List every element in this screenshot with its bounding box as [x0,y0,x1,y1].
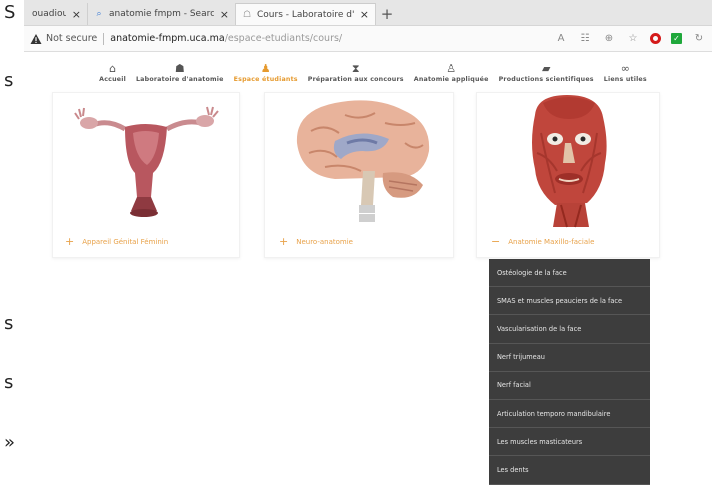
hourglass-icon: ⧗ [351,61,360,75]
card-title[interactable]: − Anatomie Maxillo-faciale [491,235,594,248]
nav-label: Anatomie appliquée [413,75,489,83]
nav-item-preparation[interactable]: ⧗ Préparation aux concours [303,62,409,83]
card-title[interactable]: + Neuro-anatomie [279,235,353,248]
immersive-reader-icon[interactable]: ☷ [578,33,592,44]
address-bar[interactable]: Not secure anatomie-fmpm.uca.ma /espace-… [24,26,712,52]
nav-label: Accueil [99,75,126,83]
opera-extension-icon[interactable] [650,33,661,44]
nav-label: Espace étudiants [233,75,298,83]
search-icon: ⌕ [96,9,102,19]
strip-char: s [4,372,14,393]
tab-search[interactable]: ⌕ anatomie fmpm - Search × [88,3,236,25]
nav-label: Productions scientifiques [498,75,594,83]
nav-item-accueil[interactable]: ⌂ Accueil [94,62,131,83]
strip-char: S [4,2,16,23]
course-submenu: Ostéologie de la face SMAS et muscles pe… [489,259,650,485]
course-card-neuro-anatomie[interactable]: + Neuro-anatomie [264,92,454,258]
browser-window: ouadiouby@ç × ⌕ anatomie fmpm - Search ×… [24,0,712,485]
new-tab-button[interactable]: + [376,3,398,25]
close-icon[interactable]: × [360,8,369,21]
card-title-label: Neuro-anatomie [296,237,353,246]
users-icon: ☗ [174,61,185,75]
close-icon[interactable]: × [72,8,81,21]
nav-item-productions[interactable]: ▰ Productions scientifiques [494,62,599,83]
face-muscles-illustration [477,93,659,228]
zoom-icon[interactable]: ⊕ [602,33,616,44]
expand-icon[interactable]: + [279,235,288,248]
warning-icon[interactable] [30,33,42,45]
address-separator [103,32,105,45]
student-icon: ♟ [260,61,271,75]
check-extension-icon[interactable]: ✓ [671,33,682,44]
strip-char: s [4,70,14,91]
address-actions: A ☷ ⊕ ☆ ✓ ↻ [554,33,706,44]
submenu-item[interactable]: Articulation temporo mandibulaire [489,400,650,429]
url-host: anatomie-fmpm.uca.ma [110,33,225,44]
favorite-icon[interactable]: ☆ [626,33,640,44]
card-title-label: Anatomie Maxillo-faciale [508,237,595,246]
nav-label: Liens utiles [603,75,647,83]
strip-char: » [4,432,16,453]
home-icon: ⌂ [109,61,117,75]
nav-item-anatomie-appliquee[interactable]: ♙ Anatomie appliquée [409,62,494,83]
tab-mail[interactable]: ouadiouby@ç × [26,3,88,25]
submenu-item[interactable]: Nerf facial [489,372,650,400]
tab-label: ouadiouby@ç [32,9,66,19]
strip-char: s [4,313,14,334]
doctor-icon: ♙ [446,61,457,75]
nav-label: Préparation aux concours [307,75,404,83]
nav-item-laboratoire[interactable]: ☗ Laboratoire d'anatomie [131,62,229,83]
submenu-item[interactable]: SMAS et muscles peauciers de la face [489,287,650,316]
background-document-strip: S s s s » [0,0,24,485]
collapse-icon[interactable]: − [491,235,500,248]
submenu-item[interactable]: Les muscles masticateurs [489,428,650,457]
link-icon: ∞ [620,61,630,75]
site-navigation: ⌂ Accueil ☗ Laboratoire d'anatomie ♟ Esp… [24,52,712,92]
submenu-item[interactable]: Vascularisation de la face [489,315,650,344]
tab-label: anatomie fmpm - Search [109,9,214,19]
nav-label: Laboratoire d'anatomie [135,75,224,83]
not-secure-label: Not secure [46,33,98,44]
submenu-item[interactable]: Ostéologie de la face [489,259,650,288]
card-title-label: Appareil Génital Féminin [82,237,169,246]
page-icon: ☖ [242,9,252,20]
course-card-maxillo-faciale[interactable]: − Anatomie Maxillo-faciale [476,92,660,258]
card-title[interactable]: + Appareil Génital Féminin [65,235,168,248]
refresh-icon[interactable]: ↻ [692,33,706,44]
read-aloud-icon[interactable]: A [554,33,568,44]
expand-icon[interactable]: + [65,235,74,248]
nav-item-espace-etudiants[interactable]: ♟ Espace étudiants [229,62,303,83]
tab-cours[interactable]: ☖ Cours - Laboratoire d'anatomie × [236,3,376,25]
brain-illustration [265,93,453,223]
nav-item-liens-utiles[interactable]: ∞ Liens utiles [599,62,652,83]
url-path: /espace-etudiants/cours/ [224,33,343,44]
tab-bar: ouadiouby@ç × ⌕ anatomie fmpm - Search ×… [24,0,712,26]
tab-label: Cours - Laboratoire d'anatomie [257,9,354,20]
submenu-item[interactable]: Les dents [489,456,650,485]
course-card-appareil-genital[interactable]: + Appareil Génital Féminin [52,92,240,258]
submenu-item[interactable]: Nerf trijumeau [489,344,650,372]
close-icon[interactable]: × [220,8,229,21]
uterus-illustration [53,93,239,223]
graduation-cap-icon: ▰ [541,61,551,75]
